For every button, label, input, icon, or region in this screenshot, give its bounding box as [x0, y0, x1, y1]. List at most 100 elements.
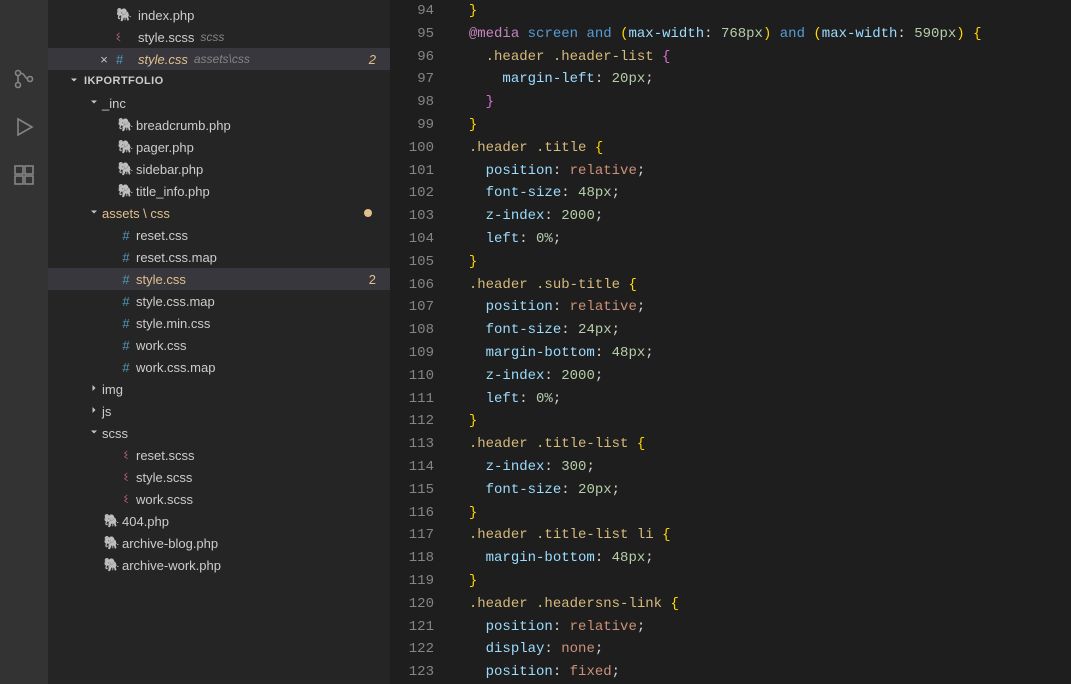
tree-file[interactable]: 🐘archive-work.php: [48, 554, 390, 576]
code-line[interactable]: }: [452, 251, 1071, 274]
tree-folder-label: assets \ css: [102, 206, 170, 221]
css-file-icon: #: [116, 52, 123, 67]
chevron-down-icon: [68, 74, 80, 89]
tree-file[interactable]: #work.css.map: [48, 356, 390, 378]
open-editor-path: assets\css: [194, 52, 250, 66]
line-number: 108: [390, 319, 434, 342]
scss-file-icon: ଽ: [116, 447, 136, 463]
tree-file-label: reset.css.map: [136, 250, 217, 265]
open-editor-tab[interactable]: 🐘index.php: [48, 4, 390, 26]
tree-folder[interactable]: _inc: [48, 92, 390, 114]
git-change-badge: 2: [369, 52, 376, 67]
extensions-icon[interactable]: [0, 151, 48, 199]
tree-file[interactable]: 🐘404.php: [48, 510, 390, 532]
tree-file-label: sidebar.php: [136, 162, 203, 177]
code-line[interactable]: z-index: 300;: [452, 456, 1071, 479]
line-number: 103: [390, 205, 434, 228]
tree-file-label: reset.scss: [136, 448, 195, 463]
tree-file[interactable]: #style.min.css: [48, 312, 390, 334]
tree-file[interactable]: ଽwork.scss: [48, 488, 390, 510]
tree-file-label: work.scss: [136, 492, 193, 507]
code-line[interactable]: .header .title-list {: [452, 433, 1071, 456]
code-line[interactable]: @media screen and (max-width: 768px) and…: [452, 23, 1071, 46]
tree-file[interactable]: #reset.css: [48, 224, 390, 246]
code-line[interactable]: }: [452, 91, 1071, 114]
code-line[interactable]: margin-left: 20px;: [452, 68, 1071, 91]
code-line[interactable]: position: relative;: [452, 296, 1071, 319]
line-number: 115: [390, 479, 434, 502]
code-line[interactable]: z-index: 2000;: [452, 205, 1071, 228]
code-line[interactable]: position: relative;: [452, 616, 1071, 639]
tree-folder-label: img: [102, 382, 123, 397]
code-line[interactable]: left: 0%;: [452, 228, 1071, 251]
code-line[interactable]: font-size: 48px;: [452, 182, 1071, 205]
tree-file[interactable]: 🐘title_info.php: [48, 180, 390, 202]
code-line[interactable]: }: [452, 114, 1071, 137]
tree-folder-label: js: [102, 404, 111, 419]
tree-file[interactable]: #style.css.map: [48, 290, 390, 312]
line-number: 96: [390, 46, 434, 69]
line-number: 98: [390, 91, 434, 114]
code-line[interactable]: position: relative;: [452, 160, 1071, 183]
code-line[interactable]: .header .title-list li {: [452, 524, 1071, 547]
code-line[interactable]: left: 0%;: [452, 388, 1071, 411]
tree-file[interactable]: ଽstyle.scss: [48, 466, 390, 488]
code-line[interactable]: }: [452, 570, 1071, 593]
tree-folder[interactable]: js: [48, 400, 390, 422]
line-number: 95: [390, 23, 434, 46]
code-content[interactable]: } @media screen and (max-width: 768px) a…: [452, 0, 1071, 684]
tree-file[interactable]: #work.css: [48, 334, 390, 356]
code-line[interactable]: }: [452, 0, 1071, 23]
tree-file[interactable]: #reset.css.map: [48, 246, 390, 268]
tree-file[interactable]: 🐘breadcrumb.php: [48, 114, 390, 136]
tree-file[interactable]: #style.css2: [48, 268, 390, 290]
line-number: 121: [390, 616, 434, 639]
tree-file[interactable]: ଽreset.scss: [48, 444, 390, 466]
tree-folder[interactable]: scss: [48, 422, 390, 444]
open-editor-tab[interactable]: × # style.css assets\css 2: [48, 48, 390, 70]
css-file-icon: #: [116, 338, 136, 353]
line-number: 102: [390, 182, 434, 205]
line-number: 123: [390, 661, 434, 684]
open-editor-tab[interactable]: ଽstyle.scssscss: [48, 26, 390, 48]
run-debug-icon[interactable]: [0, 103, 48, 151]
code-line[interactable]: }: [452, 410, 1071, 433]
code-line[interactable]: display: none;: [452, 638, 1071, 661]
code-line[interactable]: .header .title {: [452, 137, 1071, 160]
tree-file[interactable]: 🐘sidebar.php: [48, 158, 390, 180]
code-line[interactable]: z-index: 2000;: [452, 365, 1071, 388]
tree-folder[interactable]: assets \ css: [48, 202, 390, 224]
tree-file-label: style.min.css: [136, 316, 210, 331]
tree-file[interactable]: 🐘archive-blog.php: [48, 532, 390, 554]
code-line[interactable]: margin-bottom: 48px;: [452, 547, 1071, 570]
code-line[interactable]: font-size: 24px;: [452, 319, 1071, 342]
tree-folder[interactable]: img: [48, 378, 390, 400]
explorer-section-header[interactable]: IKPORTFOLIO: [48, 70, 390, 92]
source-control-icon[interactable]: [0, 55, 48, 103]
code-line[interactable]: margin-bottom: 48px;: [452, 342, 1071, 365]
code-line[interactable]: .header .header-list {: [452, 46, 1071, 69]
tree-file-label: pager.php: [136, 140, 194, 155]
css-file-icon: #: [116, 316, 136, 331]
open-editor-filename: style.css: [138, 52, 188, 67]
tree-file-label: 404.php: [122, 514, 169, 529]
modified-indicator-icon: [364, 209, 372, 217]
code-line[interactable]: font-size: 20px;: [452, 479, 1071, 502]
php-file-icon: 🐘: [116, 139, 136, 155]
code-line[interactable]: position: fixed;: [452, 661, 1071, 684]
tree-file-label: work.css.map: [136, 360, 215, 375]
css-file-icon: #: [116, 272, 136, 287]
line-number: 109: [390, 342, 434, 365]
tree-file-label: archive-blog.php: [122, 536, 218, 551]
tree-folder-label: scss: [102, 426, 128, 441]
code-line[interactable]: }: [452, 502, 1071, 525]
line-number: 110: [390, 365, 434, 388]
php-file-icon: 🐘: [116, 7, 132, 22]
code-line[interactable]: .header .sub-title {: [452, 274, 1071, 297]
php-file-icon: 🐘: [116, 183, 136, 199]
tree-file[interactable]: 🐘pager.php: [48, 136, 390, 158]
code-line[interactable]: .header .headersns-link {: [452, 593, 1071, 616]
tree-file-label: style.scss: [136, 470, 192, 485]
close-editor-icon[interactable]: ×: [96, 52, 112, 67]
chevron-right-icon: [86, 382, 102, 397]
